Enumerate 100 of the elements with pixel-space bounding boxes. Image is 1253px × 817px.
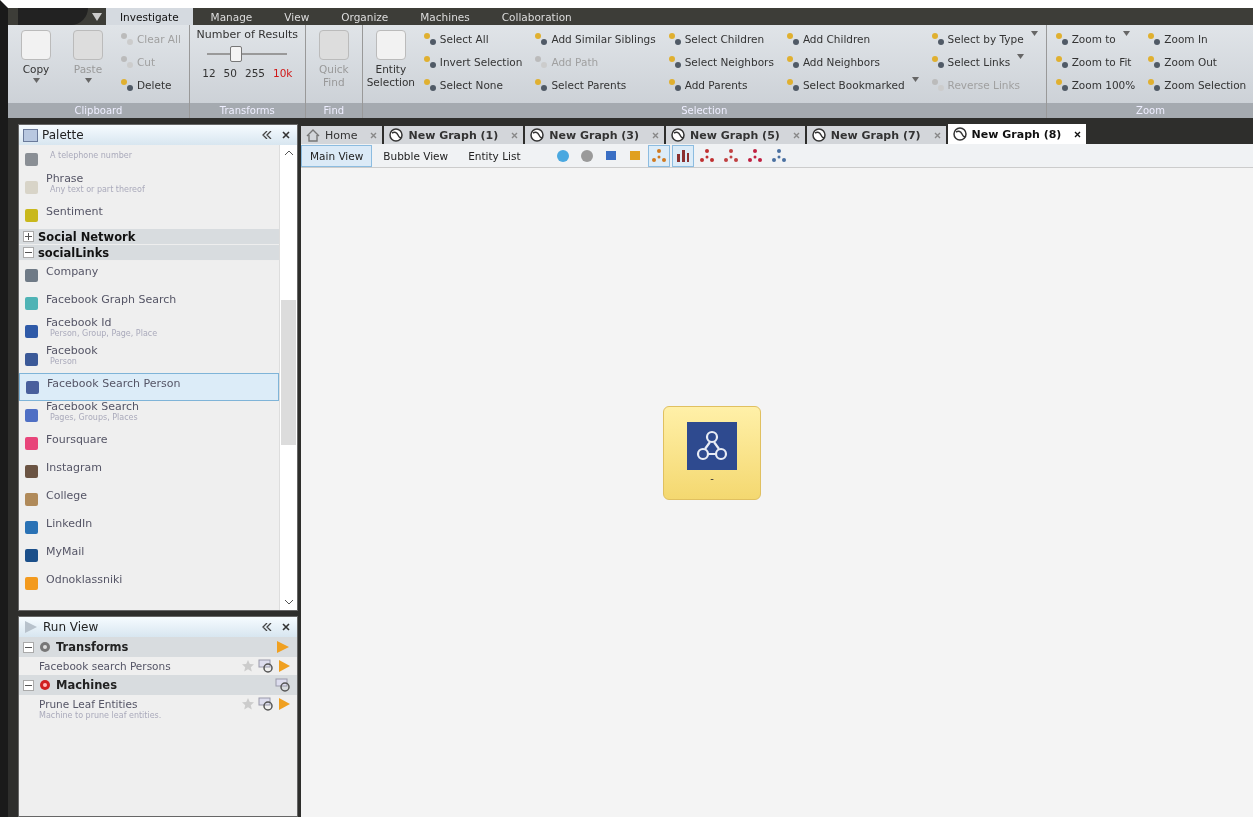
star-icon[interactable]	[241, 659, 255, 673]
run-item-name[interactable]: Prune Leaf Entities	[39, 698, 238, 710]
document-tab[interactable]: New Graph (8)	[947, 124, 1087, 144]
ribbon-button[interactable]: Add Similar Siblings	[531, 28, 659, 49]
entity-item[interactable]: Phrase Any text or part thereof	[19, 173, 279, 201]
ribbon-button[interactable]: Select Links	[927, 51, 1041, 72]
ribbon-button[interactable]: Add Neighbors	[782, 51, 922, 72]
display-mode-tab[interactable]: Main View	[301, 144, 373, 167]
document-tab[interactable]: New Graph (1)	[384, 126, 524, 144]
ribbon-tab[interactable]: Organize	[327, 8, 403, 25]
entity-item[interactable]: MyMail	[19, 541, 279, 569]
globe-icon	[952, 127, 967, 141]
ribbon-tab[interactable]: Manage	[196, 8, 267, 25]
ribbon-button[interactable]: Entity Selection	[367, 28, 414, 91]
result-count-option[interactable]: 50	[221, 67, 239, 79]
close-icon[interactable]	[282, 623, 290, 631]
ribbon-button[interactable]: Select None	[419, 74, 526, 95]
nodes-icon	[422, 54, 437, 69]
entity-item[interactable]: Facebook Id Person, Group, Page, Place	[19, 317, 279, 345]
nodes-icon	[534, 31, 549, 46]
collapse-icon[interactable]	[262, 623, 272, 631]
settings-icon[interactable]	[258, 697, 274, 711]
settings-icon[interactable]	[258, 659, 274, 673]
display-mode-tab[interactable]: Entity List	[459, 144, 530, 167]
nodes-icon	[1147, 77, 1162, 92]
ribbon-button[interactable]: Select Parents	[531, 74, 659, 95]
ribbon-button[interactable]: Delete	[117, 74, 184, 95]
document-tab[interactable]: New Graph (5)	[666, 126, 805, 144]
entity-item[interactable]: Facebook Search Person	[19, 373, 279, 401]
scrollbar[interactable]	[279, 145, 297, 610]
ribbon-button[interactable]: Select Bookmarked	[782, 74, 922, 95]
document-tab[interactable]: Home	[301, 126, 383, 144]
collapse-icon[interactable]	[262, 131, 272, 139]
slider-thumb[interactable]	[230, 46, 243, 62]
entity-item[interactable]: Facebook Graph Search	[19, 289, 279, 317]
entity-item[interactable]: Company	[19, 261, 279, 289]
ribbon-button[interactable]: Add Parents	[664, 74, 777, 95]
ribbon-button[interactable]: Zoom Selection	[1144, 74, 1250, 95]
graph-canvas[interactable]: -	[301, 168, 1253, 817]
close-icon[interactable]	[282, 131, 290, 139]
run-item-name[interactable]: Facebook search Persons	[39, 660, 238, 672]
entity-item[interactable]: Facebook Search Pages, Groups, Places	[19, 401, 279, 429]
slider-track[interactable]	[207, 46, 288, 62]
document-tab[interactable]: New Graph (7)	[806, 126, 946, 144]
entity-item[interactable]: LinkedIn	[19, 513, 279, 541]
nodes-icon	[534, 54, 549, 69]
ribbon-button[interactable]: Zoom to Fit	[1051, 51, 1139, 72]
ribbon-tab[interactable]: Investigate	[106, 8, 193, 25]
result-count-option[interactable]: 12	[200, 67, 218, 79]
ribbon-button[interactable]: Copy	[13, 28, 59, 85]
ribbon-button[interactable]: Select by Type	[927, 28, 1041, 49]
nodes-icon	[930, 77, 945, 92]
nodes-icon	[667, 54, 682, 69]
ribbon-button[interactable]: Zoom 100%	[1051, 74, 1139, 95]
star-icon[interactable]	[241, 697, 255, 711]
section-header[interactable]: Transforms	[19, 637, 297, 657]
result-count-option[interactable]: 255	[242, 67, 267, 79]
nodes-icon	[785, 54, 800, 69]
entity-item[interactable]: Odnoklassniki	[19, 569, 279, 597]
ribbon-button[interactable]: Zoom In	[1144, 28, 1250, 49]
ribbon-button[interactable]: Add Children	[782, 28, 922, 49]
entity-item[interactable]: Instagram	[19, 457, 279, 485]
ribbon-button[interactable]: Select Children	[664, 28, 777, 49]
ribbon-button[interactable]: Invert Selection	[419, 51, 526, 72]
large-button-icon	[21, 30, 51, 60]
section-header[interactable]: Machines	[19, 675, 297, 695]
category-header[interactable]: Social Network	[19, 229, 279, 245]
caret-icon[interactable]	[92, 12, 102, 21]
nodes-icon	[422, 77, 437, 92]
settings-icon[interactable]	[275, 678, 291, 692]
ribbon-tab[interactable]: Machines	[406, 8, 484, 25]
ribbon-button[interactable]: Zoom to	[1051, 28, 1139, 49]
layout-toolbar-icon[interactable]	[671, 144, 694, 167]
result-count-option[interactable]: 10k	[271, 67, 295, 79]
scroll-up-icon[interactable]	[284, 150, 293, 155]
entity-item[interactable]: Sentiment	[19, 201, 279, 229]
display-mode-tab[interactable]: Bubble View	[374, 144, 458, 167]
scroll-down-icon[interactable]	[284, 600, 293, 605]
group-title: Find	[305, 103, 362, 118]
globe-icon	[671, 128, 686, 142]
entity-node[interactable]: -	[663, 405, 761, 500]
nodes-icon	[785, 31, 800, 46]
nodes-icon	[422, 31, 437, 46]
category-header[interactable]: socialLinks	[19, 245, 279, 261]
panel-title: Palette	[42, 128, 85, 142]
graph-entity-icon	[687, 421, 737, 470]
ribbon-button[interactable]: Select All	[419, 28, 526, 49]
ribbon-button[interactable]: Zoom Out	[1144, 51, 1250, 72]
ribbon-tab[interactable]: View	[270, 8, 324, 25]
run-item-description: Machine to prune leaf entities.	[39, 711, 163, 720]
ribbon-tab[interactable]: Collaboration	[487, 8, 586, 25]
entity-item[interactable]: College	[19, 485, 279, 513]
nodes-icon	[785, 77, 800, 92]
ribbon-button[interactable]: Select Neighbors	[664, 51, 777, 72]
document-tab[interactable]: New Graph (3)	[525, 126, 665, 144]
entity-item[interactable]: Facebook Person	[19, 345, 279, 373]
globe-icon	[811, 128, 826, 142]
close-icon[interactable]	[1074, 130, 1082, 138]
entity-item[interactable]: Foursquare	[19, 429, 279, 457]
nodes-icon	[1054, 77, 1069, 92]
